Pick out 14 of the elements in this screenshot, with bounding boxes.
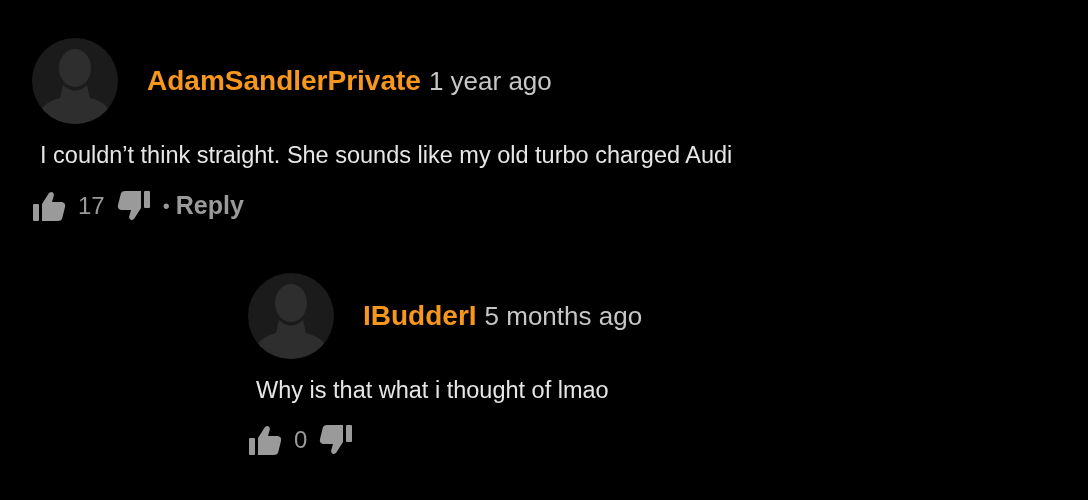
like-count: 0 [294,425,308,455]
reply-link[interactable]: Reply [175,187,244,225]
thumbs-down-icon[interactable] [116,190,151,222]
username[interactable]: AdamSandlerPrivate [147,65,421,96]
timestamp: 1 year ago [428,66,552,96]
username[interactable]: IBudderI [363,299,477,331]
comment-text: I couldn’t think straight. She sounds like my old turbo charged Audi [40,141,734,170]
timestamp: 5 months ago [484,300,643,331]
thumbs-down-icon[interactable] [319,424,354,456]
like-count: 17 [78,191,105,221]
separator-dot: • [162,194,170,219]
thumbs-up-icon[interactable] [248,424,282,456]
thumbs-up-icon[interactable] [32,190,66,222]
comment-text: Why is that what i thought of lmao [256,375,610,405]
